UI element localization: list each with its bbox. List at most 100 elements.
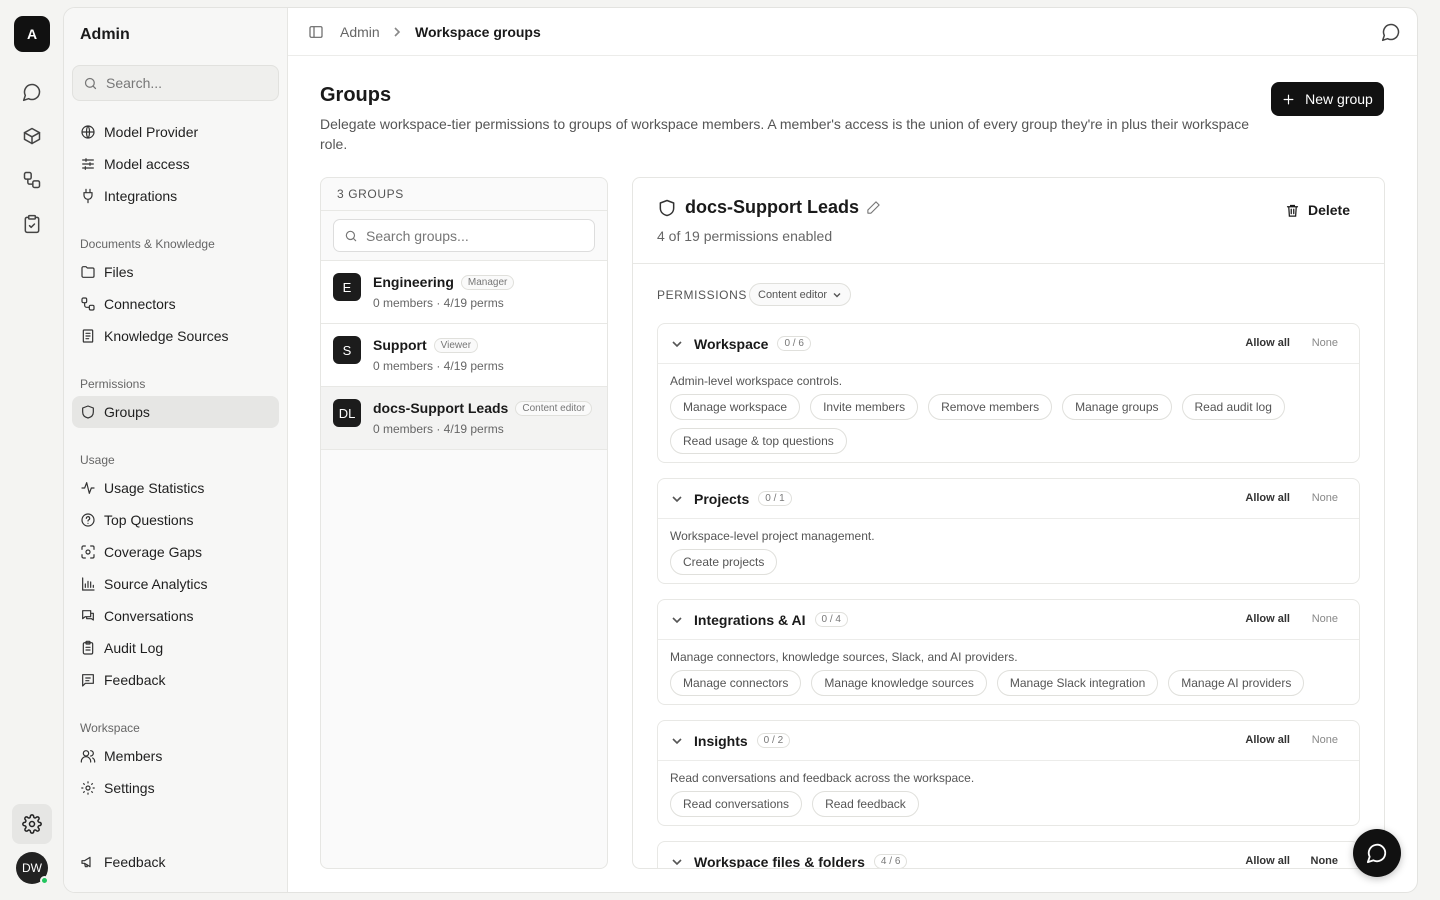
permission-chip[interactable]: Create projects — [670, 549, 778, 575]
sidebar-search-placeholder: Search... — [106, 75, 163, 91]
chat-nav-button[interactable] — [16, 76, 48, 108]
none-button[interactable]: None — [1311, 855, 1339, 867]
edit-name-button[interactable] — [866, 200, 881, 215]
sidebar-item-feedback[interactable]: Feedback — [72, 664, 279, 696]
none-button[interactable]: None — [1312, 492, 1338, 504]
breadcrumb-admin[interactable]: Admin — [340, 24, 380, 40]
permission-chip[interactable]: Manage groups — [1062, 394, 1172, 420]
tasks-nav-button[interactable] — [16, 208, 48, 240]
permission-chip[interactable]: Remove members — [928, 394, 1053, 420]
sidebar-item-label: Members — [104, 748, 163, 764]
group-name-line: Support Viewer — [373, 337, 479, 353]
chevron-down-icon — [672, 340, 682, 347]
chat-fab-button[interactable] — [1353, 829, 1401, 877]
permission-chip[interactable]: Manage Slack integration — [996, 670, 1159, 696]
workspace-logo[interactable]: A — [14, 16, 50, 52]
sidebar-item-label: Knowledge Sources — [104, 328, 229, 344]
sidebar-item-integrations[interactable]: Integrations — [72, 180, 279, 212]
category-header[interactable]: Workspace 0 / 6 Allow all None — [658, 324, 1359, 364]
permission-chip[interactable]: Manage AI providers — [1168, 670, 1305, 696]
permission-chip[interactable]: Read conversations — [670, 791, 803, 817]
chat-bubble-icon — [1366, 843, 1387, 864]
sidebar-item-model-access[interactable]: Model access — [72, 148, 279, 180]
category-count: 0 / 4 — [814, 612, 848, 627]
sidebar-toggle-button[interactable] — [308, 24, 324, 40]
sidebar-item-usage-statistics[interactable]: Usage Statistics — [72, 472, 279, 504]
projects-nav-button[interactable] — [16, 120, 48, 152]
none-button[interactable]: None — [1312, 734, 1338, 746]
globe-icon — [81, 125, 95, 139]
chat-button[interactable] — [1381, 22, 1401, 42]
category-header[interactable]: Integrations & AI 0 / 4 Allow all None — [658, 600, 1359, 640]
permission-chip[interactable]: Manage connectors — [670, 670, 802, 696]
sidebar-item-connectors[interactable]: Connectors — [72, 288, 279, 320]
permission-chip[interactable]: Manage knowledge sources — [811, 670, 987, 696]
sidebar-item-top-questions[interactable]: Top Questions — [72, 504, 279, 536]
permission-chip[interactable]: Read audit log — [1181, 394, 1285, 420]
category-count: 0 / 2 — [756, 733, 791, 748]
permission-chip[interactable]: Read feedback — [812, 791, 919, 817]
sidebar-item-settings[interactable]: Settings — [72, 772, 279, 804]
permission-chip[interactable]: Read usage & top questions — [670, 428, 847, 454]
new-group-button[interactable]: New group — [1271, 82, 1384, 116]
none-button[interactable]: None — [1312, 613, 1338, 625]
sidebar-item-label: Model access — [104, 156, 190, 172]
workflow-icon — [23, 171, 41, 189]
sidebar-item-groups[interactable]: Groups — [72, 396, 279, 428]
category-header[interactable]: Projects 0 / 1 Allow all None — [658, 479, 1359, 519]
breadcrumb-current: Workspace groups — [415, 24, 541, 40]
allow-all-button[interactable]: Allow all — [1245, 613, 1290, 625]
new-group-label: New group — [1305, 91, 1373, 107]
allow-all-button[interactable]: Allow all — [1245, 492, 1290, 504]
sidebar-item-audit-log[interactable]: Audit Log — [72, 632, 279, 664]
delete-group-button[interactable]: Delete — [1285, 202, 1350, 218]
group-meta: 0 members · 4/19 perms — [373, 296, 504, 310]
permission-category-projects: Projects 0 / 1 Allow all None Workspace-… — [657, 478, 1360, 584]
group-row-engineering[interactable]: E Engineering Manager 0 members · 4/19 p… — [321, 261, 607, 324]
sidebar-item-files[interactable]: Files — [72, 256, 279, 288]
group-name: docs-Support Leads — [373, 400, 509, 416]
workflows-nav-button[interactable] — [16, 164, 48, 196]
category-body: Admin-level workspace controls. Manage w… — [658, 364, 1359, 462]
permission-chip[interactable]: Manage workspace — [670, 394, 801, 420]
sidebar-item-members[interactable]: Members — [72, 740, 279, 772]
panel-left-icon — [309, 26, 323, 38]
sidebar-item-knowledge-sources[interactable]: Knowledge Sources — [72, 320, 279, 352]
group-row-docs-support-leads[interactable]: DL docs-Support Leads Content editor 0 m… — [321, 387, 607, 450]
sidebar-item-label: Conversations — [104, 608, 194, 624]
category-name: Integrations & AI — [694, 611, 806, 628]
category-header[interactable]: Insights 0 / 2 Allow all None — [658, 721, 1359, 761]
sidebar-title: Admin — [80, 26, 130, 43]
role-preset-select[interactable]: Content editor — [749, 283, 852, 306]
chevron-down-icon — [672, 858, 682, 865]
category-description: Admin-level workspace controls. — [670, 374, 843, 388]
sidebar-search-input[interactable]: Search... — [72, 65, 279, 101]
trash-icon — [1286, 204, 1299, 217]
groups-search-input[interactable]: Search groups... — [333, 219, 595, 252]
sidebar-footer-feedback[interactable]: Feedback — [72, 846, 279, 878]
clipboard-check-icon — [24, 214, 40, 234]
category-header[interactable]: Workspace files & folders 4 / 6 Allow al… — [658, 842, 1359, 868]
permission-chip[interactable]: Invite members — [810, 394, 919, 420]
sidebar-item-label: Audit Log — [104, 640, 164, 656]
allow-all-button[interactable]: Allow all — [1245, 337, 1290, 349]
admin-settings-button[interactable] — [12, 804, 52, 844]
sidebar-item-source-analytics[interactable]: Source Analytics — [72, 568, 279, 600]
group-row-support[interactable]: S Support Viewer 0 members · 4/19 perms — [321, 324, 607, 387]
allow-all-button[interactable]: Allow all — [1245, 855, 1290, 867]
group-detail-header: docs-Support Leads 4 of 19 permissions e… — [633, 178, 1384, 264]
message-square-icon — [82, 674, 94, 687]
group-avatar: DL — [333, 399, 361, 427]
allow-all-button[interactable]: Allow all — [1245, 734, 1290, 746]
group-avatar: S — [333, 336, 361, 364]
sidebar-item-conversations[interactable]: Conversations — [72, 600, 279, 632]
sidebar-item-model-provider[interactable]: Model Provider — [72, 116, 279, 148]
permission-chips: Read conversations Read feedback — [670, 791, 1347, 817]
megaphone-icon — [81, 856, 91, 868]
sidebar-item-coverage-gaps[interactable]: Coverage Gaps — [72, 536, 279, 568]
none-button[interactable]: None — [1312, 337, 1338, 349]
sidebar-item-label: Groups — [104, 404, 150, 420]
group-meta: 0 members · 4/19 perms — [373, 422, 504, 436]
group-title: docs-Support Leads — [685, 197, 860, 217]
category-body: Read conversations and feedback across t… — [658, 761, 1359, 825]
